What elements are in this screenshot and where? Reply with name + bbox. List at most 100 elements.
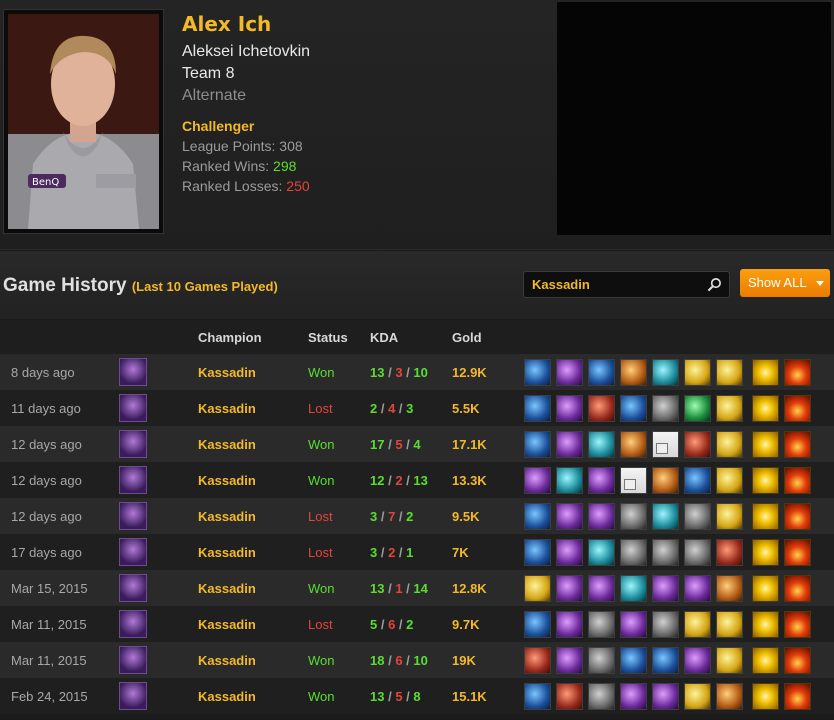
summoner-spell-flash-icon[interactable] [752,394,779,422]
game-row-2[interactable]: 11 days ago Kassadin Lost 2 / 4 / 3 5.5K [0,390,834,426]
item-icon[interactable] [556,610,583,638]
trinket-item-icon[interactable] [716,358,743,386]
item-icon[interactable] [588,682,615,710]
item-icon[interactable] [524,538,551,566]
champion-search[interactable] [523,271,730,298]
summoner-spell-ignite-icon[interactable] [784,574,811,602]
item-icon[interactable] [684,394,711,422]
item-icon[interactable] [556,574,583,602]
item-icon[interactable] [684,538,711,566]
item-icon[interactable] [620,466,647,494]
champion-search-input[interactable] [524,272,704,297]
game-row-3[interactable]: 12 days ago Kassadin Won 17 / 5 / 4 17.1… [0,426,834,462]
item-icon[interactable] [652,538,679,566]
summoner-spell-ignite-icon[interactable] [784,646,811,674]
summoner-spell-flash-icon[interactable] [752,538,779,566]
summoner-spell-flash-icon[interactable] [752,610,779,638]
item-icon[interactable] [588,574,615,602]
item-icon[interactable] [684,502,711,530]
item-icon[interactable] [684,646,711,674]
item-icon[interactable] [684,682,711,710]
summoner-spell-ignite-icon[interactable] [784,430,811,458]
item-icon[interactable] [620,358,647,386]
item-icon[interactable] [556,682,583,710]
summoner-spell-ignite-icon[interactable] [784,682,811,710]
game-row-6[interactable]: 17 days ago Kassadin Lost 3 / 2 / 1 7K [0,534,834,570]
trinket-item-icon[interactable] [716,574,743,602]
trinket-item-icon[interactable] [716,682,743,710]
item-icon[interactable] [524,610,551,638]
item-icon[interactable] [588,430,615,458]
item-icon[interactable] [684,610,711,638]
game-row-5[interactable]: 12 days ago Kassadin Lost 3 / 7 / 2 9.5K [0,498,834,534]
item-icon[interactable] [652,358,679,386]
trinket-item-icon[interactable] [716,538,743,566]
item-icon[interactable] [588,646,615,674]
summoner-spell-flash-icon[interactable] [752,574,779,602]
item-icon[interactable] [524,466,551,494]
item-icon[interactable] [684,466,711,494]
summoner-spell-ignite-icon[interactable] [784,538,811,566]
item-icon[interactable] [652,610,679,638]
item-icon[interactable] [652,430,679,458]
trinket-item-icon[interactable] [716,502,743,530]
item-icon[interactable] [684,358,711,386]
item-icon[interactable] [556,394,583,422]
item-icon[interactable] [620,682,647,710]
item-icon[interactable] [556,646,583,674]
item-icon[interactable] [620,394,647,422]
summoner-spell-flash-icon[interactable] [752,502,779,530]
item-icon[interactable] [588,394,615,422]
item-icon[interactable] [684,574,711,602]
summoner-spell-flash-icon[interactable] [752,466,779,494]
item-icon[interactable] [524,394,551,422]
trinket-item-icon[interactable] [716,646,743,674]
search-icon[interactable] [707,277,722,292]
item-icon[interactable] [652,682,679,710]
game-row-4[interactable]: 12 days ago Kassadin Won 12 / 2 / 13 13.… [0,462,834,498]
item-icon[interactable] [620,502,647,530]
summoner-spell-flash-icon[interactable] [752,358,779,386]
item-icon[interactable] [588,610,615,638]
item-icon[interactable] [652,574,679,602]
item-icon[interactable] [588,502,615,530]
game-row-1[interactable]: 8 days ago Kassadin Won 13 / 3 / 10 12.9… [0,354,834,390]
item-icon[interactable] [524,574,551,602]
item-icon[interactable] [652,466,679,494]
summoner-spell-ignite-icon[interactable] [784,466,811,494]
game-row-9[interactable]: Mar 11, 2015 Kassadin Won 18 / 6 / 10 19… [0,642,834,678]
item-icon[interactable] [524,502,551,530]
item-icon[interactable] [652,502,679,530]
trinket-item-icon[interactable] [716,430,743,458]
item-icon[interactable] [524,682,551,710]
item-icon[interactable] [620,538,647,566]
item-icon[interactable] [556,430,583,458]
item-icon[interactable] [588,358,615,386]
show-all-dropdown[interactable]: Show ALL [740,269,830,297]
summoner-spell-flash-icon[interactable] [752,646,779,674]
summoner-spell-ignite-icon[interactable] [784,394,811,422]
trinket-item-icon[interactable] [716,394,743,422]
item-icon[interactable] [620,574,647,602]
game-row-10[interactable]: Feb 24, 2015 Kassadin Won 13 / 5 / 8 15.… [0,678,834,714]
item-icon[interactable] [556,358,583,386]
game-row-7[interactable]: Mar 15, 2015 Kassadin Won 13 / 1 / 14 12… [0,570,834,606]
item-icon[interactable] [620,646,647,674]
item-icon[interactable] [652,394,679,422]
summoner-spell-ignite-icon[interactable] [784,358,811,386]
summoner-spell-flash-icon[interactable] [752,430,779,458]
summoner-spell-ignite-icon[interactable] [784,610,811,638]
game-row-8[interactable]: Mar 11, 2015 Kassadin Lost 5 / 6 / 2 9.7… [0,606,834,642]
item-icon[interactable] [588,538,615,566]
item-icon[interactable] [556,502,583,530]
item-icon[interactable] [652,646,679,674]
summoner-spell-flash-icon[interactable] [752,682,779,710]
item-icon[interactable] [556,538,583,566]
trinket-item-icon[interactable] [716,466,743,494]
summoner-spell-ignite-icon[interactable] [784,502,811,530]
item-icon[interactable] [524,646,551,674]
video-panel[interactable] [557,2,831,235]
item-icon[interactable] [620,610,647,638]
trinket-item-icon[interactable] [716,610,743,638]
item-icon[interactable] [524,358,551,386]
